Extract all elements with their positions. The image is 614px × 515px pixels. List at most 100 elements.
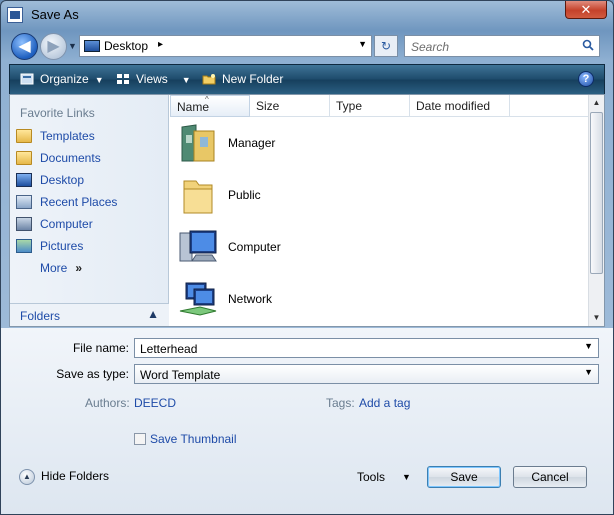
- favorite-item-label: Templates: [40, 129, 95, 143]
- new-folder-label: New Folder: [222, 72, 284, 86]
- address-dropdown-icon[interactable]: ▼: [358, 39, 367, 49]
- new-folder-icon: [202, 74, 216, 85]
- favorite-item-recent-places[interactable]: Recent Places: [16, 193, 162, 213]
- user-folder-icon: [181, 124, 215, 162]
- file-item-manager[interactable]: Manager: [170, 119, 588, 171]
- save-type-value: Word Template: [140, 368, 221, 382]
- address-bar[interactable]: Desktop ▸ ▼: [79, 35, 372, 57]
- forward-button[interactable]: ▶: [40, 33, 67, 60]
- scroll-up-icon[interactable]: ▲: [589, 95, 604, 111]
- history-dropdown-icon[interactable]: ▼: [68, 41, 78, 51]
- favorite-links-heading: Favorite Links: [20, 106, 95, 120]
- window-title: Save As: [31, 7, 79, 22]
- file-name-field[interactable]: Letterhead ▼: [134, 338, 599, 358]
- file-item-label: Public: [228, 188, 261, 202]
- close-button[interactable]: ✕: [565, 1, 607, 19]
- views-label: Views: [136, 72, 168, 86]
- save-type-label: Save as type:: [56, 367, 129, 381]
- views-caret-icon: ▼: [181, 75, 191, 85]
- computer-icon: [179, 230, 217, 262]
- tags-value[interactable]: Add a tag: [359, 396, 410, 410]
- file-item-network[interactable]: Network: [170, 275, 588, 327]
- organize-label: Organize: [40, 72, 89, 86]
- folder-icon: [16, 151, 32, 165]
- folders-toggle[interactable]: Folders ▲: [10, 303, 169, 326]
- save-options-panel: File name: Letterhead ▼ Save as type: Wo…: [1, 328, 613, 514]
- favorite-item-label: Recent Places: [40, 195, 118, 209]
- column-headers: ^ Name Size Type Date modified: [170, 95, 588, 117]
- hide-folders-icon[interactable]: ▲: [19, 469, 35, 485]
- navigation-pane: Favorite Links Templates Documents Deskt…: [10, 95, 169, 326]
- file-item-label: Network: [228, 292, 273, 306]
- favorite-item-desktop[interactable]: Desktop: [16, 171, 162, 191]
- network-icon: [179, 282, 217, 316]
- browser-pane: Favorite Links Templates Documents Deskt…: [9, 94, 605, 327]
- organize-caret-icon: ▼: [94, 75, 104, 85]
- computer-icon: [16, 217, 32, 231]
- favorite-item-computer[interactable]: Computer: [16, 215, 162, 235]
- tools-dropdown-icon[interactable]: ▼: [402, 472, 411, 482]
- organize-button[interactable]: Organize ▼: [20, 72, 104, 86]
- favorite-item-label: Desktop: [40, 173, 85, 187]
- search-placeholder: Search: [411, 40, 450, 54]
- scroll-thumb[interactable]: [590, 112, 603, 274]
- column-header-name[interactable]: ^ Name: [170, 95, 250, 117]
- address-location[interactable]: Desktop: [104, 39, 148, 53]
- column-header-label: Size: [256, 99, 280, 113]
- favorite-item-label: Pictures: [40, 239, 84, 253]
- column-header-label: Date modified: [416, 99, 491, 113]
- file-list: ^ Name Size Type Date modified Manager P…: [170, 95, 604, 326]
- search-input[interactable]: Search: [404, 35, 600, 57]
- organize-icon: [20, 73, 34, 85]
- views-button[interactable]: Views ▼: [116, 72, 191, 86]
- recent-places-icon: [16, 195, 32, 209]
- more-links[interactable]: More »: [16, 259, 162, 279]
- save-type-select[interactable]: Word Template ▼: [134, 364, 599, 384]
- hide-folders-button[interactable]: Hide Folders: [41, 469, 109, 483]
- folder-icon: [16, 129, 32, 143]
- chevron-down-icon[interactable]: ▼: [584, 367, 593, 377]
- scroll-down-icon[interactable]: ▼: [589, 310, 604, 326]
- back-button[interactable]: ◀: [11, 33, 38, 60]
- new-folder-button[interactable]: New Folder: [202, 72, 283, 86]
- favorite-item-templates[interactable]: Templates: [16, 127, 162, 147]
- file-item-label: Computer: [228, 240, 281, 254]
- save-thumbnail-label[interactable]: Save Thumbnail: [150, 432, 237, 446]
- column-header-size[interactable]: Size: [250, 95, 330, 117]
- word-app-icon: [7, 7, 23, 23]
- save-as-dialog: Save As ✕ ◀ ▶ ▼ Desktop ▸ ▼ ↻ Search Org…: [0, 0, 614, 515]
- desktop-icon: [84, 40, 100, 52]
- navigation-bar: ◀ ▶ ▼ Desktop ▸ ▼ ↻ Search: [1, 29, 613, 63]
- favorite-item-label: Documents: [40, 151, 101, 165]
- column-header-type[interactable]: Type: [330, 95, 410, 117]
- help-button[interactable]: ?: [578, 71, 594, 87]
- command-toolbar: Organize ▼ Views ▼ New Folder ?: [9, 64, 605, 94]
- refresh-button[interactable]: ↻: [374, 35, 398, 57]
- more-chevron-icon: »: [75, 261, 83, 275]
- favorite-item-documents[interactable]: Documents: [16, 149, 162, 169]
- column-header-label: Type: [336, 99, 363, 113]
- folder-icon: [183, 180, 213, 214]
- address-chevron-icon[interactable]: ▸: [158, 39, 163, 50]
- folders-label: Folders: [20, 309, 61, 323]
- cancel-button[interactable]: Cancel: [513, 466, 587, 488]
- chevron-down-icon[interactable]: ▼: [584, 341, 593, 351]
- sort-ascending-icon: ^: [205, 95, 209, 104]
- save-button[interactable]: Save: [427, 466, 501, 488]
- file-item-computer[interactable]: Computer: [170, 223, 588, 275]
- tools-button[interactable]: Tools: [357, 470, 385, 484]
- save-thumbnail-checkbox[interactable]: [134, 433, 146, 445]
- favorite-item-pictures[interactable]: Pictures: [16, 237, 162, 257]
- pictures-icon: [16, 239, 32, 253]
- column-header-date-modified[interactable]: Date modified: [410, 95, 510, 117]
- file-item-label: Manager: [228, 136, 276, 150]
- file-item-public[interactable]: Public: [170, 171, 588, 223]
- file-name-value: Letterhead: [140, 342, 198, 356]
- monitor-icon: [16, 173, 32, 187]
- search-icon[interactable]: [582, 39, 594, 51]
- authors-label: Authors:: [85, 396, 130, 410]
- vertical-scrollbar[interactable]: ▲ ▼: [588, 95, 604, 326]
- file-name-label: File name:: [72, 341, 129, 355]
- favorite-item-label: Computer: [40, 217, 93, 231]
- authors-value[interactable]: DEECD: [134, 396, 176, 410]
